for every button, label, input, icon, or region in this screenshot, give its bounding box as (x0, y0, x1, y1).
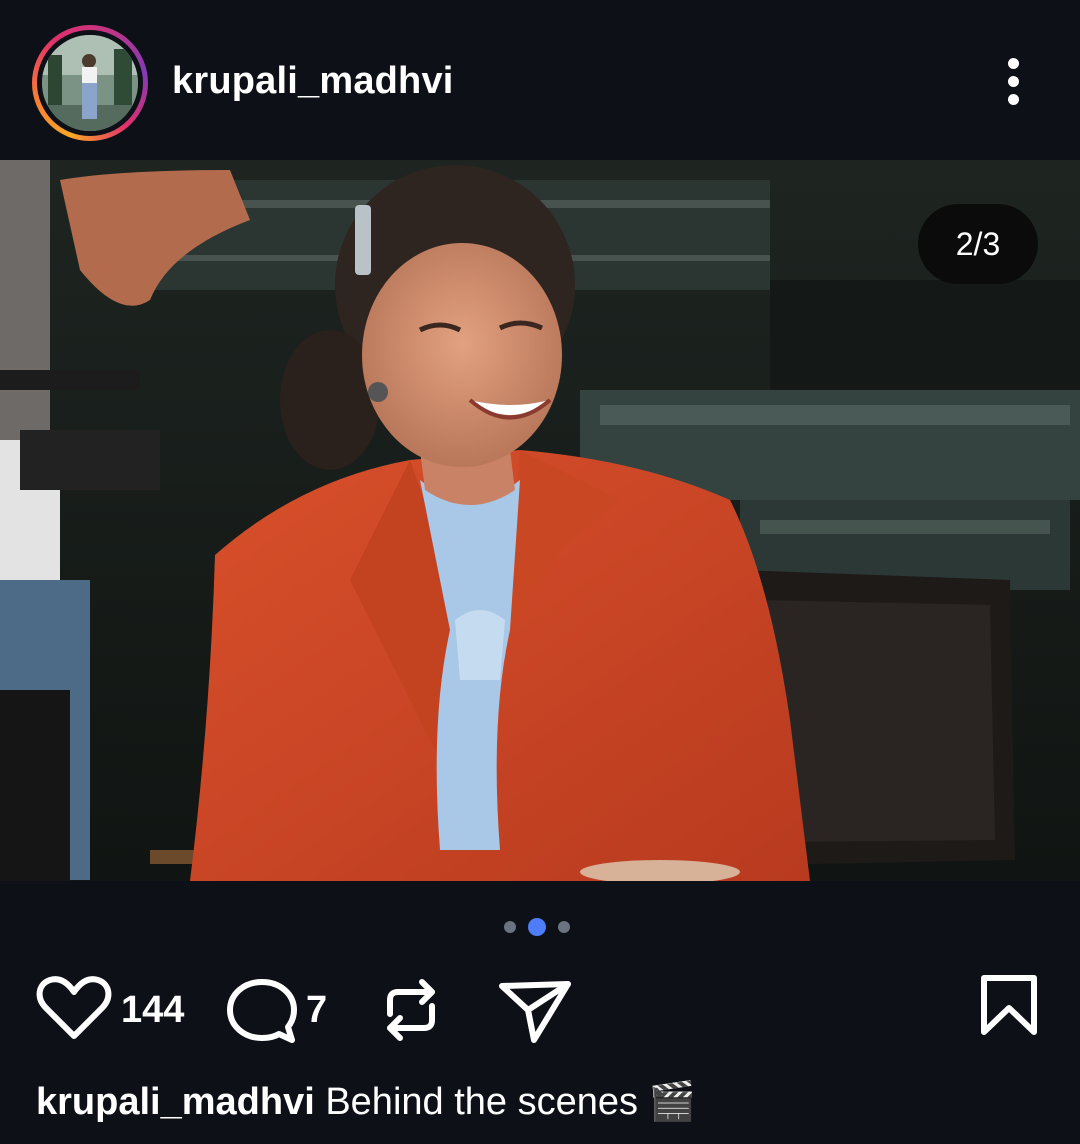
comment-button[interactable]: 7 (224, 970, 334, 1050)
heart-icon (36, 976, 112, 1039)
share-button[interactable] (496, 970, 576, 1050)
post-header: krupali_madhvi (0, 0, 1080, 160)
caption-username[interactable]: krupali_madhvi (36, 1081, 315, 1123)
save-button[interactable] (976, 970, 1042, 1050)
caption-text: Behind the scenes 🎬 (325, 1081, 696, 1123)
post-card: krupali_madhvi 2/3 144 7 krupali_madhvi … (0, 0, 1080, 1144)
carousel-dot-3[interactable] (558, 921, 570, 933)
comment-count: 7 (306, 989, 328, 1031)
like-button[interactable]: 144 (36, 970, 196, 1050)
carousel-dot-1[interactable] (504, 921, 516, 933)
send-icon (499, 981, 571, 1043)
bookmark-icon (981, 975, 1037, 1035)
repost-icon (387, 979, 435, 1041)
carousel-counter: 2/3 (918, 204, 1038, 284)
post-photo[interactable]: 2/3 (0, 160, 1080, 881)
like-count: 144 (121, 989, 185, 1031)
comment-icon (227, 979, 297, 1043)
avatar-photo (42, 35, 138, 131)
avatar[interactable] (32, 25, 148, 141)
more-options-icon[interactable] (990, 52, 1038, 112)
carousel-dot-2-active[interactable] (528, 918, 546, 936)
username[interactable]: krupali_madhvi (172, 60, 454, 103)
post-caption: krupali_madhvi Behind the scenes 🎬 (36, 1080, 696, 1124)
repost-button[interactable] (376, 970, 446, 1050)
